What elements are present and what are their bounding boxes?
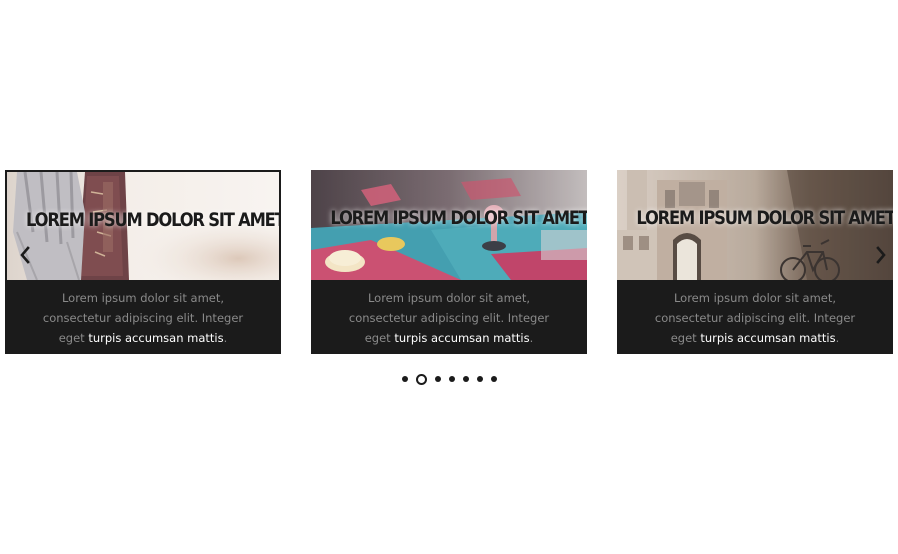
carousel-slide-2[interactable]: LOREM IPSUM DOLOR SIT AMET Lorem ipsum d…: [311, 170, 587, 354]
slide-text-highlight: turpis accumsan mattis: [394, 331, 530, 345]
carousel-pagination: [0, 373, 898, 385]
pagination-dot-5[interactable]: [462, 376, 469, 382]
slide-caption: Lorem ipsum dolor sit amet, consectetur …: [311, 280, 587, 354]
carousel-next-button[interactable]: [873, 245, 889, 265]
slide-text: Lorem ipsum dolor sit amet, consectetur …: [35, 288, 251, 348]
slide-text: Lorem ipsum dolor sit amet, consectetur …: [647, 288, 863, 348]
pagination-dot-7[interactable]: [490, 376, 497, 382]
pagination-dot-4[interactable]: [448, 376, 455, 382]
slide-text-highlight: turpis accumsan mattis: [88, 331, 224, 345]
slide-image-arcade-controls: LOREM IPSUM DOLOR SIT AMET: [311, 170, 587, 280]
slide-caption: Lorem ipsum dolor sit amet, consectetur …: [617, 280, 893, 354]
image-carousel: LOREM IPSUM DOLOR SIT AMET Lorem ipsum d…: [0, 0, 898, 554]
carousel-slide-1[interactable]: LOREM IPSUM DOLOR SIT AMET Lorem ipsum d…: [5, 170, 281, 354]
carousel-prev-button[interactable]: [17, 245, 33, 265]
slide-text: Lorem ipsum dolor sit amet, consectetur …: [341, 288, 557, 348]
pagination-dot-6[interactable]: [476, 376, 483, 382]
slide-caption: Lorem ipsum dolor sit amet, consectetur …: [5, 280, 281, 354]
pagination-dot-3[interactable]: [434, 376, 441, 382]
slide-image-building-bicycle: LOREM IPSUM DOLOR SIT AMET: [617, 170, 893, 280]
pagination-dot-1[interactable]: [401, 376, 408, 382]
slide-text-end: .: [223, 331, 228, 345]
chevron-right-icon: [876, 246, 886, 264]
slide-text-end: .: [529, 331, 534, 345]
carousel-slide-3[interactable]: LOREM IPSUM DOLOR SIT AMET Lorem ipsum d…: [617, 170, 893, 354]
pagination-dot-2[interactable]: [415, 373, 427, 385]
chevron-left-icon: [20, 246, 30, 264]
slide-text-highlight: turpis accumsan mattis: [700, 331, 836, 345]
slide-text-end: .: [835, 331, 840, 345]
slide-title: LOREM IPSUM DOLOR SIT AMET: [636, 207, 893, 229]
slide-image-hand-on-book: LOREM IPSUM DOLOR SIT AMET: [7, 172, 279, 280]
slide-title: LOREM IPSUM DOLOR SIT AMET: [330, 207, 587, 229]
slide-title: LOREM IPSUM DOLOR SIT AMET: [26, 209, 279, 231]
